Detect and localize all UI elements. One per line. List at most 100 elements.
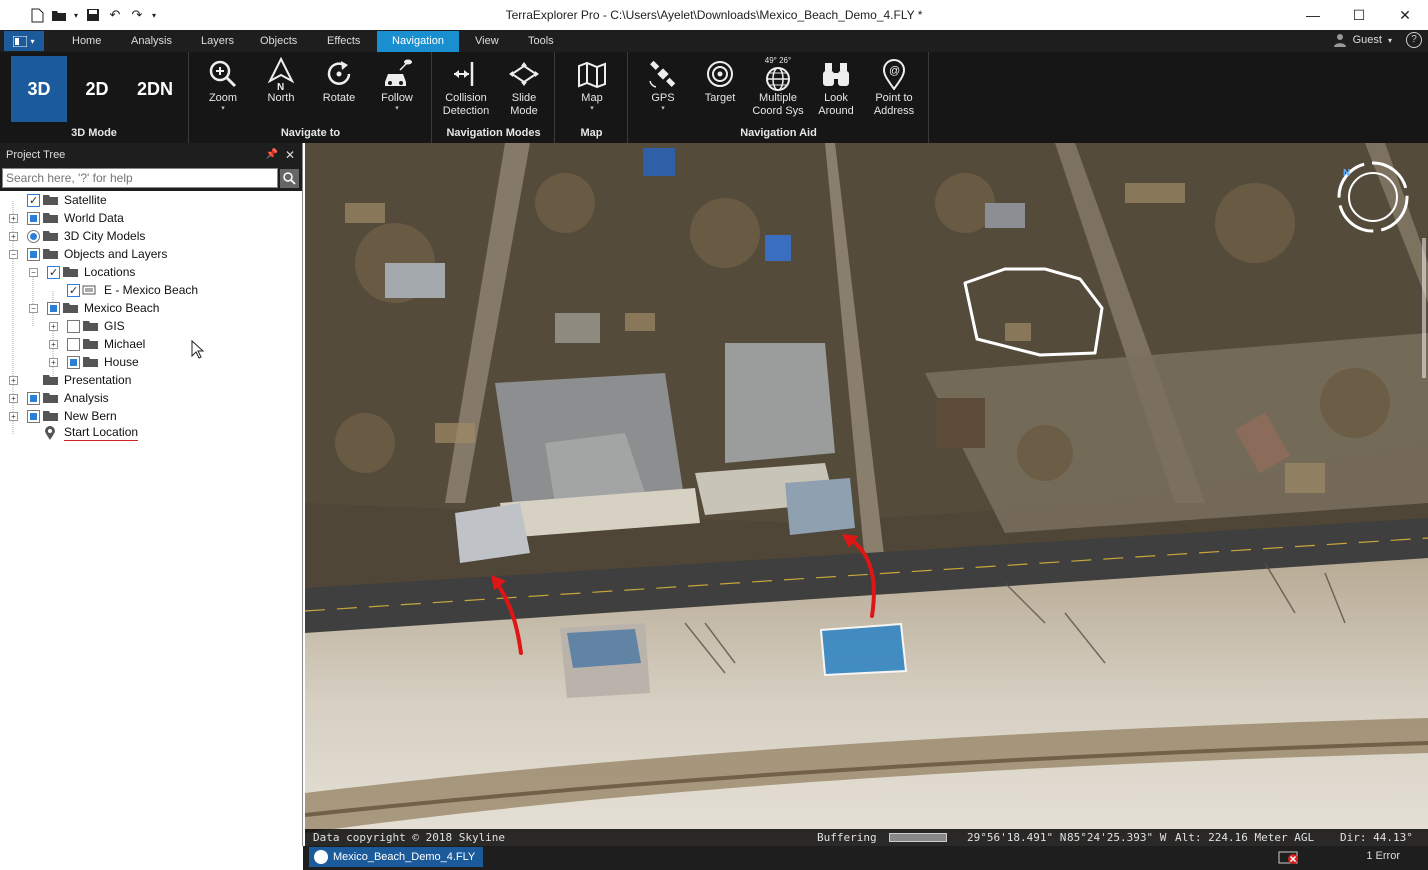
mode-2d-button[interactable]: 2D — [69, 56, 125, 122]
application-menu-button[interactable]: ▾ — [4, 31, 44, 51]
group-label-navigation-aid: Navigation Aid — [740, 127, 817, 139]
buffering-progress-bar — [889, 833, 947, 842]
zoom-button[interactable]: Zoom ▾ — [195, 56, 251, 122]
folder-icon — [83, 357, 98, 367]
checkbox[interactable] — [67, 282, 80, 300]
expand-icon[interactable]: + — [9, 214, 18, 223]
look-around-button[interactable]: Look Around — [808, 56, 864, 122]
minimize-button[interactable]: — — [1290, 0, 1336, 30]
altitude-text: Alt: 224.16 Meter AGL — [1175, 831, 1315, 844]
mode-3d-button[interactable]: 3D — [11, 56, 67, 122]
point-to-address-button[interactable]: @ Point to Address — [866, 56, 922, 122]
help-icon[interactable]: ? — [1406, 32, 1422, 48]
expand-icon[interactable]: + — [9, 232, 18, 241]
tab-analysis[interactable]: Analysis — [121, 31, 182, 52]
pin-icon[interactable]: 📌 — [266, 143, 278, 167]
user-menu[interactable]: Guest ▾ — [1333, 33, 1392, 47]
tree-item-objects-and-layers[interactable]: − Objects and Layers — [0, 245, 302, 263]
checkbox[interactable] — [47, 264, 60, 282]
close-button[interactable]: ✕ — [1382, 0, 1428, 30]
checkbox[interactable] — [27, 248, 40, 261]
expand-icon[interactable]: + — [9, 412, 18, 421]
direction-text: Dir: 44.13° — [1340, 831, 1413, 844]
zoom-icon — [209, 60, 237, 88]
tree-item-gis[interactable]: + GIS — [0, 317, 302, 335]
expand-icon[interactable]: + — [49, 358, 58, 367]
checkbox[interactable] — [47, 302, 60, 315]
highlighted-house[interactable] — [819, 622, 908, 677]
checkbox[interactable] — [27, 192, 40, 210]
radio-checkbox[interactable] — [27, 230, 40, 243]
tree-item-michael[interactable]: + Michael — [0, 335, 302, 353]
search-icon[interactable] — [280, 169, 299, 188]
multiple-coord-sys-button[interactable]: 49° 26° Multiple Coord Sys — [750, 56, 806, 122]
tree-item-start-location[interactable]: Start Location — [0, 425, 302, 443]
expand-icon[interactable]: + — [49, 322, 58, 331]
slide-mode-button[interactable]: Slide Mode — [496, 56, 552, 122]
tab-navigation[interactable]: Navigation — [377, 31, 459, 52]
mode-2d-north-button[interactable]: 2DN — [127, 56, 183, 122]
checkbox[interactable] — [27, 212, 40, 225]
tree-item-3d-city-models[interactable]: + 3D City Models — [0, 227, 302, 245]
tree-item-satellite[interactable]: Satellite — [0, 191, 302, 210]
tree-search-input[interactable] — [2, 168, 278, 188]
error-icon[interactable] — [1278, 850, 1300, 865]
tab-objects[interactable]: Objects — [250, 31, 307, 52]
target-button[interactable]: Target — [692, 56, 748, 122]
tab-tools[interactable]: Tools — [518, 31, 564, 52]
project-tree-panel: Project Tree 📌 ✕ Satellite — [0, 143, 303, 870]
tab-home[interactable]: Home — [62, 31, 111, 52]
tree-item-world-data[interactable]: + World Data — [0, 209, 302, 227]
checkbox[interactable] — [67, 338, 80, 351]
document-tab[interactable]: Mexico_Beach_Demo_4.FLY — [309, 847, 484, 867]
checkbox[interactable] — [27, 392, 40, 405]
view-status-line: Data copyright © 2018 Skyline Buffering … — [305, 829, 1428, 846]
collapse-icon[interactable]: − — [29, 268, 38, 277]
tree-item-analysis[interactable]: + Analysis — [0, 389, 302, 407]
map-icon — [578, 61, 606, 88]
folder-icon — [43, 411, 58, 421]
checkbox[interactable] — [67, 320, 80, 333]
north-icon: N — [267, 57, 295, 91]
rotate-button[interactable]: Rotate — [311, 56, 367, 122]
terraexplorer-window: ▾ ↶ ↷ ▾ TerraExplorer Pro - C:\Users\Aye… — [0, 0, 1428, 870]
gps-button[interactable]: GPS ▾ — [635, 56, 691, 122]
project-tree: Satellite + World Data + 3D City Models … — [0, 191, 302, 443]
tab-effects[interactable]: Effects — [317, 31, 370, 52]
checkbox[interactable] — [27, 410, 40, 423]
north-button[interactable]: N North — [253, 56, 309, 122]
tree-item-new-bern[interactable]: + New Bern — [0, 407, 302, 425]
close-panel-icon[interactable]: ✕ — [285, 143, 295, 167]
bottom-left-area — [0, 846, 303, 870]
tree-item-locations[interactable]: − Locations — [0, 263, 302, 282]
ribbon: 3D 2D 2DN 3D Mode Zoom ▾ N North Rotate … — [0, 52, 1428, 143]
svg-text:@: @ — [889, 65, 900, 77]
tree-item-mexico-beach[interactable]: − Mexico Beach — [0, 299, 302, 317]
group-label-3d-mode: 3D Mode — [71, 127, 117, 139]
title-bar: ▾ ↶ ↷ ▾ TerraExplorer Pro - C:\Users\Aye… — [0, 0, 1428, 30]
3d-view[interactable]: N — [305, 143, 1428, 846]
collapse-icon[interactable]: − — [29, 304, 38, 313]
error-count[interactable]: 1 Error — [1366, 850, 1400, 862]
tree-item-presentation[interactable]: + Presentation — [0, 371, 302, 389]
tree-item-house[interactable]: + House — [0, 353, 302, 371]
svg-text:N: N — [277, 82, 284, 91]
address-pin-icon: @ — [882, 59, 906, 90]
checkbox[interactable] — [67, 356, 80, 369]
binoculars-icon — [823, 63, 849, 86]
expand-icon[interactable]: + — [49, 340, 58, 349]
collision-detection-button[interactable]: Collision Detection — [438, 56, 494, 122]
map-button[interactable]: Map ▾ — [564, 56, 620, 122]
follow-button[interactable]: Follow ▾ — [369, 56, 425, 122]
compass-icon[interactable]: N — [1333, 157, 1413, 237]
expand-icon[interactable]: + — [9, 394, 18, 403]
tree-item-e-mexico-beach[interactable]: E - Mexico Beach — [0, 281, 302, 300]
tab-layers[interactable]: Layers — [191, 31, 244, 52]
collapse-icon[interactable]: − — [9, 250, 18, 259]
latitude-text: 29°56'18.491" N — [967, 831, 1067, 844]
tab-view[interactable]: View — [465, 31, 509, 52]
view-scroll-indicator[interactable] — [1422, 238, 1426, 378]
folder-open-icon — [43, 249, 58, 259]
maximize-button[interactable]: ☐ — [1336, 0, 1382, 30]
expand-icon[interactable]: + — [9, 376, 18, 385]
